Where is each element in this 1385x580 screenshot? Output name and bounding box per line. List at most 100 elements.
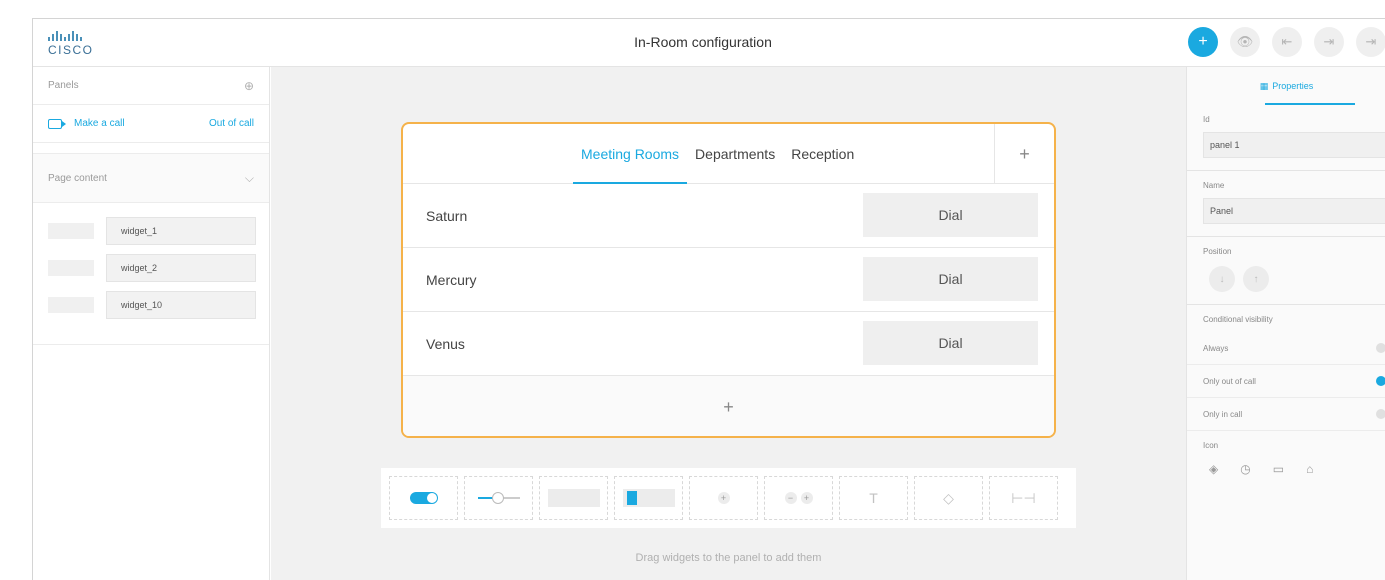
button-widget[interactable] — [539, 476, 608, 520]
directional-pad-widget[interactable]: ◇ — [914, 476, 983, 520]
widget-row[interactable]: widget_10 — [48, 291, 269, 319]
home-icon[interactable]: ⌂ — [1306, 462, 1313, 476]
properties-panel: ▦ Properties Id panel 1 Name Panel Posit… — [1186, 67, 1385, 580]
widget-thumbnail — [48, 297, 94, 313]
widget-row[interactable]: widget_2 — [48, 254, 269, 282]
condition-option-always[interactable]: Always — [1187, 332, 1385, 365]
condition-option-in-call[interactable]: Only in call — [1187, 398, 1385, 431]
spinner-double-widget[interactable]: − + — [764, 476, 833, 520]
camera-icon[interactable]: ▭ — [1273, 462, 1284, 476]
group-button-icon — [622, 489, 675, 507]
widget-id-field[interactable]: widget_2 — [106, 254, 256, 282]
settings-icon[interactable]: ◈ — [1209, 462, 1218, 476]
add-panel-button[interactable]: + — [1188, 27, 1218, 57]
header-actions: + 👁 ⇤ ⇥ ⇥ — [1188, 27, 1385, 57]
id-label: Id — [1203, 115, 1210, 124]
widget-id-field[interactable]: widget_1 — [106, 217, 256, 245]
header: CISCO In-Room configuration + 👁 ⇤ ⇥ ⇥ — [33, 19, 1385, 67]
condition-label: Only out of call — [1203, 376, 1256, 386]
slider-widget[interactable] — [464, 476, 533, 520]
add-tab-button[interactable]: + — [994, 124, 1054, 184]
add-row-button[interactable]: + — [403, 376, 1054, 436]
dial-button[interactable]: Dial — [863, 321, 1038, 365]
button-icon — [547, 489, 600, 507]
spinner-widget[interactable]: + — [689, 476, 758, 520]
condition-option-out-of-call[interactable]: Only out of call — [1187, 365, 1385, 398]
cisco-logo-bars — [48, 29, 118, 41]
list-row: Saturn Dial — [403, 184, 1054, 248]
group-button-widget[interactable] — [614, 476, 683, 520]
toggle-icon — [409, 492, 438, 504]
move-up-button[interactable]: ↑ — [1243, 266, 1269, 292]
widget-palette: + − + T ◇ ⊢⊣ — [381, 468, 1076, 528]
spacer-icon: ⊢⊣ — [1011, 489, 1036, 506]
widget-id-field[interactable]: widget_10 — [106, 291, 256, 319]
move-down-button[interactable]: ↓ — [1209, 266, 1235, 292]
add-panel-circle-icon[interactable]: ⊕ — [244, 79, 254, 93]
editor-canvas: Meeting Rooms Departments Reception + Sa… — [271, 67, 1186, 580]
widget-row[interactable]: widget_1 — [48, 217, 269, 245]
spinner-minus-icon: − — [784, 492, 797, 504]
spinner-plus-icon: + — [800, 492, 813, 504]
icon-picker: ◈ ◷ ▭ ⌂ — [1187, 450, 1385, 476]
panel-tab-bar: Meeting Rooms Departments Reception + — [403, 124, 1054, 184]
name-field[interactable]: Panel — [1203, 198, 1385, 224]
radio-button[interactable] — [1376, 343, 1385, 353]
dial-button[interactable]: Dial — [863, 193, 1038, 237]
row-label: Mercury — [426, 271, 477, 288]
left-sidebar: Panels ⊕ Make a call Out of call Page co… — [33, 67, 270, 580]
drag-hint: Drag widgets to the panel to add them — [635, 552, 822, 564]
panel-item-label: Make a call — [74, 118, 125, 129]
panel-item-make-a-call[interactable]: Make a call Out of call — [33, 105, 269, 143]
video-icon — [48, 118, 66, 129]
tab-properties[interactable]: ▦ Properties — [1187, 67, 1385, 105]
properties-tab-label: Properties — [1272, 81, 1314, 91]
properties-icon: ▦ — [1259, 80, 1269, 91]
spinner-icon: + — [717, 492, 730, 504]
cisco-logo-text: CISCO — [48, 43, 94, 57]
position-label: Position — [1203, 247, 1232, 256]
panels-header: Panels ⊕ — [33, 67, 269, 105]
icon-label: Icon — [1203, 441, 1219, 450]
import-button[interactable]: ⇤ — [1272, 27, 1302, 57]
clock-icon[interactable]: ◷ — [1240, 462, 1250, 476]
text-icon: T — [869, 490, 878, 506]
widget-thumbnail — [48, 260, 94, 276]
spacer-widget[interactable]: ⊢⊣ — [989, 476, 1058, 520]
panel-item-state: Out of call — [208, 118, 254, 129]
row-label: Saturn — [426, 207, 468, 224]
more-button[interactable]: ⇥ — [1356, 27, 1385, 57]
dpad-icon: ◇ — [943, 489, 954, 506]
conditional-visibility-label: Conditional visibility — [1203, 315, 1273, 324]
app-window: CISCO In-Room configuration + 👁 ⇤ ⇥ ⇥ Pa… — [32, 18, 1385, 580]
widget-list: widget_1 widget_2 widget_10 — [33, 203, 269, 345]
export-button[interactable]: ⇥ — [1314, 27, 1344, 57]
radio-button[interactable] — [1376, 409, 1385, 419]
tab-departments[interactable]: Departments — [687, 124, 783, 184]
position-controls: ↓ ↑ — [1187, 256, 1385, 292]
text-widget[interactable]: T — [839, 476, 908, 520]
row-label: Venus — [426, 335, 465, 352]
page-content-header[interactable]: Page content ⌵ — [33, 153, 269, 203]
page-content-label: Page content — [48, 172, 107, 184]
cisco-logo: CISCO — [48, 29, 118, 59]
id-field[interactable]: panel 1 — [1203, 132, 1385, 158]
toggle-widget[interactable] — [389, 476, 458, 520]
panels-label: Panels — [48, 80, 79, 91]
condition-label: Always — [1203, 343, 1229, 353]
slider-icon — [477, 492, 520, 504]
dial-button[interactable]: Dial — [863, 257, 1038, 301]
condition-label: Only in call — [1203, 409, 1243, 419]
preview-eye-icon[interactable]: 👁 — [1230, 27, 1260, 57]
chevron-down-icon: ⌵ — [244, 170, 254, 185]
list-row: Mercury Dial — [403, 248, 1054, 312]
list-row: Venus Dial — [403, 312, 1054, 376]
panel-preview[interactable]: Meeting Rooms Departments Reception + Sa… — [401, 122, 1056, 438]
radio-button-selected[interactable] — [1376, 376, 1385, 386]
tab-meeting-rooms[interactable]: Meeting Rooms — [573, 124, 688, 184]
tabs: Meeting Rooms Departments Reception — [573, 124, 862, 184]
widget-thumbnail — [48, 223, 94, 239]
name-label: Name — [1203, 181, 1225, 190]
tab-reception[interactable]: Reception — [783, 124, 862, 184]
page-title: In-Room configuration — [634, 34, 772, 50]
